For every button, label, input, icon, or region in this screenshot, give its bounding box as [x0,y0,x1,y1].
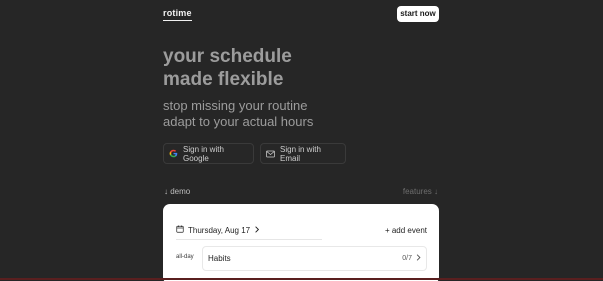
hero-headline: your schedule made flexible [163,45,292,91]
habits-title: Habits [208,254,231,263]
subheadline-line-2: adapt to your actual hours [163,114,314,129]
sign-in-email-button[interactable]: Sign in with Email [260,143,346,164]
chevron-right-icon [254,225,260,235]
features-link[interactable]: features ↓ [403,187,438,196]
habits-count: 0/7 [402,255,412,262]
sign-in-email-label: Sign in with Email [280,144,321,163]
add-event-button[interactable]: + add event [385,226,427,235]
date-selector[interactable]: Thursday, Aug 17 [176,225,260,235]
mail-icon [266,150,275,158]
divider [176,239,322,240]
date-label: Thursday, Aug 17 [188,225,251,235]
landing-page: rotime start now your schedule made flex… [0,0,603,281]
bottom-accent-line [0,278,603,280]
sign-in-google-button[interactable]: Sign in with Google [163,143,254,164]
demo-calendar-card: Thursday, Aug 17 + add event all-day Hab… [163,204,439,281]
logo[interactable]: rotime [163,8,192,21]
card-header: Thursday, Aug 17 + add event [176,224,427,236]
demo-link[interactable]: ↓ demo [164,187,190,196]
start-now-button[interactable]: start now [397,6,439,22]
headline-line-2: made flexible [163,69,284,90]
calendar-icon [176,225,184,235]
chevron-right-icon [416,254,421,263]
hero-subheadline: stop missing your routine adapt to your … [163,98,313,130]
all-day-label: all-day [176,254,194,260]
subheadline-line-1: stop missing your routine [163,98,308,113]
headline-line-1: your schedule [163,46,292,67]
habits-progress: 0/7 [402,254,421,263]
habits-row[interactable]: Habits 0/7 [202,246,427,271]
sign-in-google-label: Sign in with Google [183,144,224,163]
google-icon [169,149,178,158]
